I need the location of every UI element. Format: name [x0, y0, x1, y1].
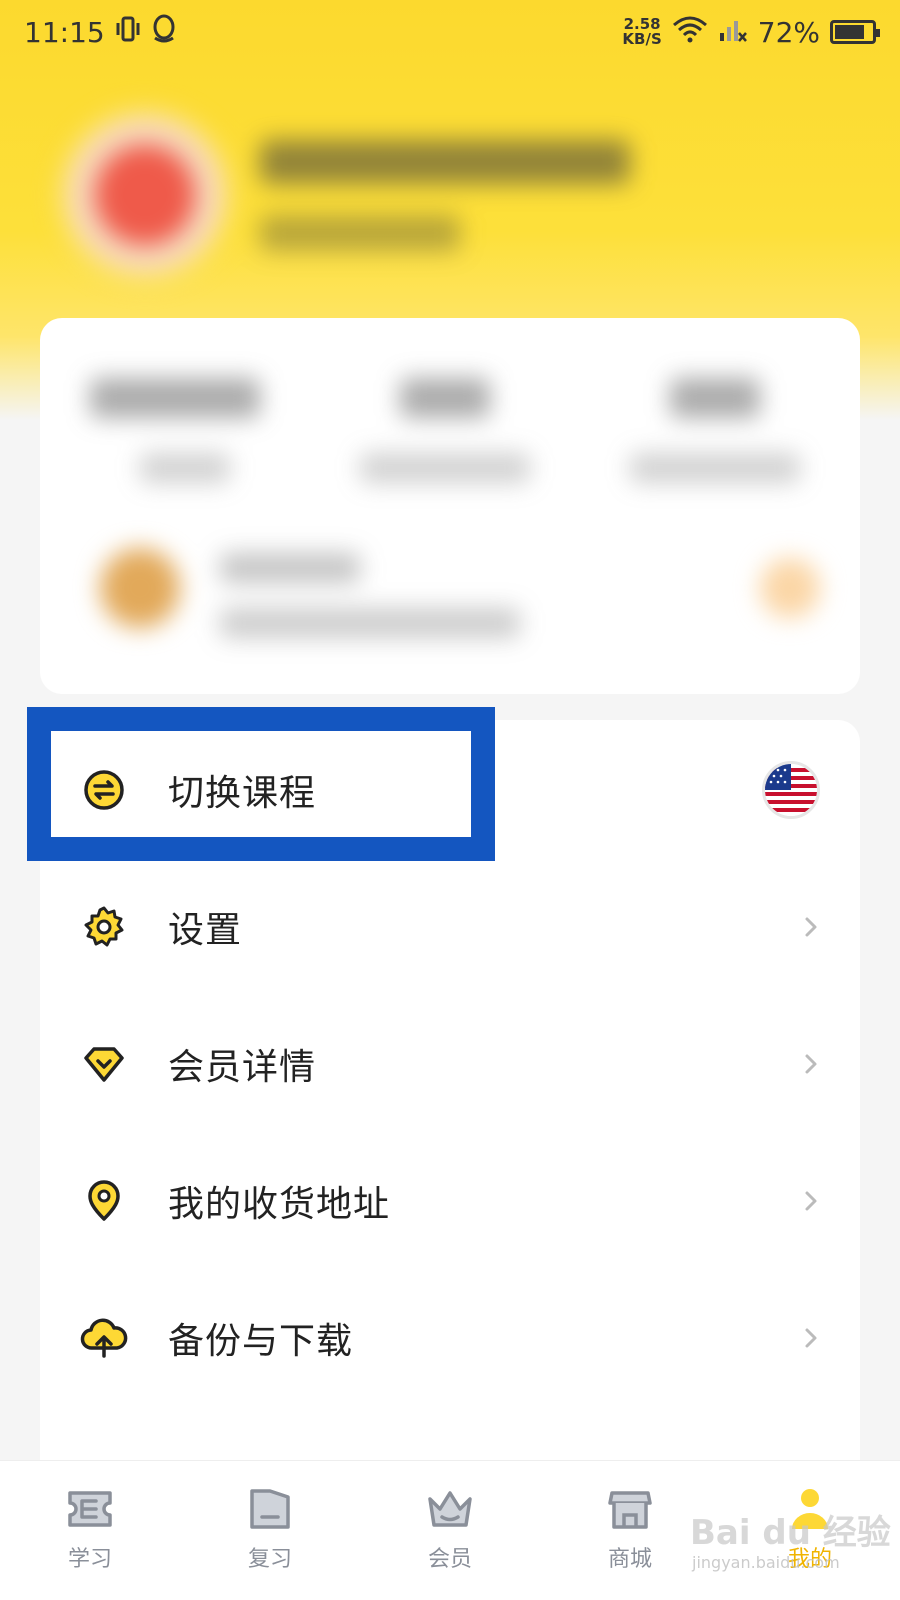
stats-row-blurred[interactable] [40, 358, 860, 498]
diamond-icon [80, 1040, 128, 1088]
menu-item-shipping-address[interactable]: 我的收货地址 [40, 1131, 860, 1271]
tab-label: 学习 [67, 1547, 112, 1572]
tab-member[interactable]: 会员 [360, 1461, 540, 1600]
location-pin-icon [80, 1177, 128, 1225]
chevron-right-icon [802, 1054, 820, 1074]
username-blurred [260, 140, 630, 184]
folder-icon [246, 1487, 294, 1535]
profile-header-blurred[interactable] [50, 100, 850, 290]
vip-banner-blurred[interactable] [40, 528, 860, 668]
status-bar: 11:15 2.58 KB/S 72% [0, 0, 900, 64]
tab-label: 会员 [427, 1547, 472, 1572]
qq-icon [151, 14, 177, 51]
menu-item-settings[interactable]: 设置 [40, 857, 860, 997]
watermark: Bai du 经验 [690, 1513, 891, 1553]
avatar[interactable] [70, 120, 220, 270]
tab-review[interactable]: 复习 [180, 1461, 360, 1600]
battery-percent: 72% [757, 15, 820, 49]
menu-item-label: 备份与下载 [168, 1321, 354, 1362]
stats-card [40, 318, 860, 694]
tab-label: 商城 [607, 1547, 652, 1572]
status-time: 11:15 [24, 15, 105, 49]
store-icon [606, 1487, 654, 1535]
tab-study[interactable]: 学习 [0, 1461, 180, 1600]
annotation-highlight-box [27, 707, 495, 861]
battery-icon [830, 20, 880, 44]
signal-icon [718, 15, 748, 50]
gear-icon [80, 903, 128, 951]
cloud-upload-icon [80, 1314, 128, 1362]
menu-item-label: 我的收货地址 [168, 1184, 391, 1225]
chevron-right-icon [802, 917, 820, 937]
watermark-url: jingyan.baidu.com [692, 1553, 840, 1572]
net-speed-unit: KB/S [622, 30, 662, 48]
vibrate-icon [115, 15, 141, 50]
chevron-right-icon [802, 1328, 820, 1348]
menu-item-label: 会员详情 [168, 1047, 317, 1088]
crown-icon [426, 1487, 474, 1535]
user-subtitle-blurred [260, 215, 460, 251]
menu-item-backup-download[interactable]: 备份与下载 [40, 1268, 860, 1408]
chevron-right-icon [802, 1191, 820, 1211]
us-flag-icon [762, 761, 820, 819]
menu-item-member-details[interactable]: 会员详情 [40, 994, 860, 1134]
menu-item-label: 设置 [168, 910, 243, 951]
wifi-icon [672, 15, 708, 50]
ticket-icon [66, 1487, 114, 1535]
tab-label: 复习 [247, 1547, 292, 1572]
net-speed: 2.58 KB/S [622, 17, 661, 47]
